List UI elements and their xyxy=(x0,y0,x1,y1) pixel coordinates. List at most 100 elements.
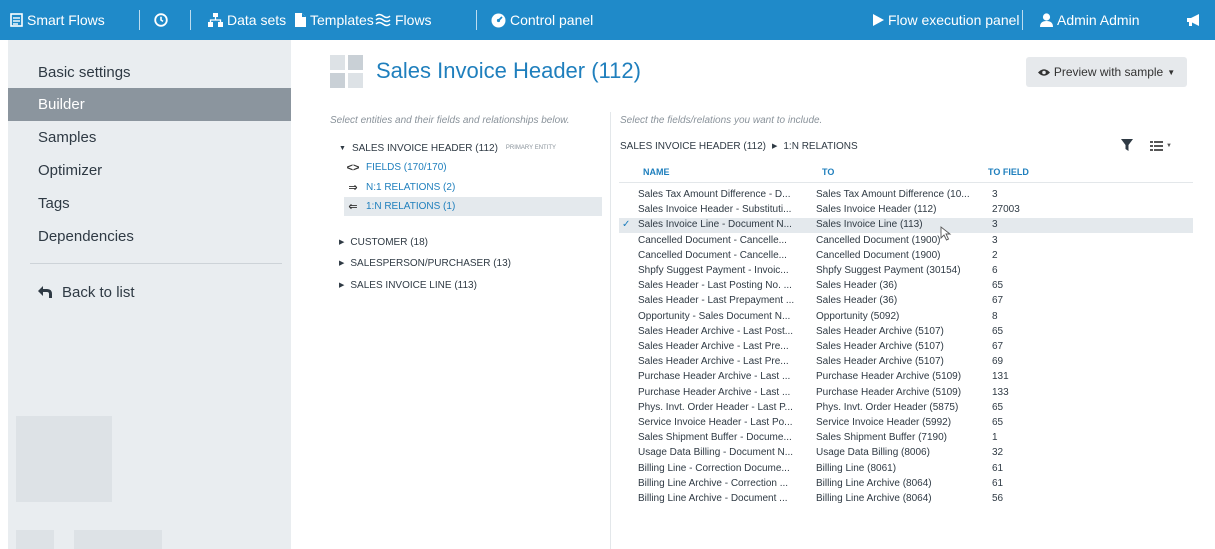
table-icon xyxy=(1150,140,1163,151)
entities-hint: Select entities and their fields and rel… xyxy=(330,115,570,126)
table-row[interactable]: Service Invoice Header - Last Po... Servi… xyxy=(619,416,1193,431)
sidebar-item-optimizer[interactable]: Optimizer xyxy=(8,154,291,187)
row-to-field: 131 xyxy=(992,371,1009,383)
column-settings-button[interactable]: ▼ xyxy=(1150,139,1178,153)
column-header-name[interactable]: NAME xyxy=(643,167,670,177)
row-to: Billing Line Archive (8064) xyxy=(816,477,932,489)
breadcrumb-root[interactable]: SALES INVOICE HEADER (112) xyxy=(620,141,766,152)
table-row[interactable]: Sales Header Archive - Last Post... Sales… xyxy=(619,325,1193,340)
nav-data-sets[interactable]: Data sets xyxy=(208,0,286,40)
nav-control-panel[interactable]: Control panel xyxy=(491,0,593,40)
row-to: Phys. Invt. Order Header (5875) xyxy=(816,401,959,413)
sidebar-item-label: Optimizer xyxy=(38,162,103,179)
sidebar-item-label: Dependencies xyxy=(38,228,134,245)
table-row[interactable]: Cancelled Document - Cancelle... Cancelle… xyxy=(619,249,1193,264)
chevron-right-icon: ▶ xyxy=(771,143,778,150)
table-row[interactable]: Sales Header Archive - Last Pre... Sales … xyxy=(619,340,1193,355)
column-header-to-field[interactable]: TO FIELD xyxy=(988,167,1029,177)
tree-entity-label: CUSTOMER (18) xyxy=(350,236,428,248)
tree-item-n1-relations[interactable]: ⇒ N:1 RELATIONS (2) xyxy=(346,178,455,197)
table-row[interactable]: Shpfy Suggest Payment - Invoic... Shpfy S… xyxy=(619,264,1193,279)
tree-entity-label: SALESPERSON/PURCHASER (13) xyxy=(350,257,511,269)
row-to: Service Invoice Header (5992) xyxy=(816,417,952,428)
row-to-field: 1 xyxy=(992,432,998,444)
back-to-list-link[interactable]: Back to list xyxy=(38,280,135,304)
topbar-divider xyxy=(190,10,191,30)
tree-entity-sales-invoice-line[interactable]: ▶ SALES INVOICE LINE (113) xyxy=(339,276,477,294)
row-to-field: 3 xyxy=(992,234,998,246)
sidebar-item-dependencies[interactable]: Dependencies xyxy=(8,220,291,253)
table-row[interactable]: Billing Line - Correction Docume... Billi… xyxy=(619,462,1193,477)
table-row[interactable]: Sales Invoice Header - Substituti... Sale… xyxy=(619,203,1193,218)
sidebar-item-tags[interactable]: Tags xyxy=(8,187,291,220)
arrow-left-icon: ⇐ xyxy=(348,201,358,213)
table-row[interactable]: ✓ Sales Invoice Line - Document N... Sales… xyxy=(619,218,1193,234)
nav-templates[interactable]: Templates xyxy=(295,0,374,40)
sidebar-item-builder[interactable]: Builder xyxy=(8,88,291,121)
tree-entity-customer[interactable]: ▶ CUSTOMER (18) xyxy=(339,233,428,251)
nav-flows[interactable]: Flows xyxy=(375,0,432,40)
announcements-button[interactable] xyxy=(1186,0,1202,40)
tree-item-1n-relations[interactable]: ⇐ 1:N RELATIONS (1) xyxy=(344,197,602,216)
row-name: Cancelled Document - Cancelle... xyxy=(638,234,787,246)
sidebar-item-label: Tags xyxy=(38,195,70,212)
table-row[interactable]: Phys. Invt. Order Header - Last P... Phys… xyxy=(619,401,1193,416)
row-to-field: 8 xyxy=(992,310,998,322)
user-icon xyxy=(1040,13,1053,27)
sidebar-item-basic-settings[interactable]: Basic settings xyxy=(8,56,291,89)
preview-with-sample-button[interactable]: Preview with sample ▼ xyxy=(1026,57,1187,87)
flow-execution-panel-button[interactable]: Flow execution panel xyxy=(873,0,1020,40)
history-button[interactable] xyxy=(154,0,168,40)
row-name: Service Invoice Header - Last Po... xyxy=(638,417,793,428)
table-row[interactable]: Opportunity - Sales Document N... Opportu… xyxy=(619,310,1193,325)
topbar-divider xyxy=(1022,10,1023,30)
breadcrumb-leaf: 1:N RELATIONS xyxy=(783,140,858,152)
table-row[interactable]: Sales Shipment Buffer - Docume... Sales S… xyxy=(619,431,1193,446)
sidebar-item-label: Builder xyxy=(38,96,85,113)
tree-item-fields[interactable]: <> FIELDS (170/170) xyxy=(346,158,447,177)
flow-execution-panel-label: Flow execution panel xyxy=(888,12,1020,28)
row-to: Opportunity (5092) xyxy=(816,310,900,322)
caret-right-icon: ▶ xyxy=(339,282,345,289)
tree-root-sales-invoice-header[interactable]: ▼ SALES INVOICE HEADER (112) PRIMARY ENT… xyxy=(339,139,556,157)
table-row[interactable]: Sales Header - Last Posting No. ... Sales… xyxy=(619,279,1193,294)
table-row[interactable]: Sales Header Archive - Last Pre... Sales … xyxy=(619,355,1193,370)
row-to-field: 2 xyxy=(992,249,998,261)
row-check-icon[interactable]: ✓ xyxy=(622,219,634,230)
row-name: Sales Header Archive - Last Pre... xyxy=(638,356,789,368)
brand-link[interactable]: Smart Flows xyxy=(10,0,105,40)
column-divider xyxy=(610,112,611,549)
row-to-field: 61 xyxy=(992,462,1004,474)
row-to: Billing Line Archive (8064) xyxy=(816,493,932,504)
caret-right-icon: ▶ xyxy=(339,239,345,246)
tree-entity-salesperson[interactable]: ▶ SALESPERSON/PURCHASER (13) xyxy=(339,254,511,272)
row-to: Sales Invoice Header (112) xyxy=(816,204,937,216)
user-menu[interactable]: Admin Admin xyxy=(1040,0,1139,40)
table-row[interactable]: Usage Data Billing - Document N... Usage … xyxy=(619,446,1193,461)
table-row[interactable]: Sales Tax Amount Difference - D... Sales … xyxy=(619,188,1193,203)
row-name: Purchase Header Archive - Last ... xyxy=(638,386,791,398)
sidebar-placeholder-block xyxy=(16,530,54,549)
table-row[interactable]: Purchase Header Archive - Last ... Purcha… xyxy=(619,386,1193,401)
brand-label: Smart Flows xyxy=(27,12,105,28)
tree-item-label: N:1 RELATIONS (2) xyxy=(366,182,456,193)
filter-icon[interactable] xyxy=(1121,138,1133,152)
column-header-to[interactable]: TO xyxy=(822,167,834,177)
primary-entity-badge: PRIMARY ENTITY xyxy=(505,145,557,151)
sidebar-item-samples[interactable]: Samples xyxy=(8,121,291,154)
row-to-field: 65 xyxy=(992,325,1004,337)
table-row[interactable]: Purchase Header Archive - Last ... Purcha… xyxy=(619,370,1193,385)
caret-down-icon: ▼ xyxy=(339,144,346,152)
sidebar: Basic settings Builder Samples Optimizer… xyxy=(8,40,291,549)
sitemap-icon xyxy=(208,13,223,27)
nav-control-panel-label: Control panel xyxy=(510,12,594,28)
row-name: Usage Data Billing - Document N... xyxy=(638,447,794,459)
table-row[interactable]: Billing Line Archive - Correction ... Bil… xyxy=(619,477,1193,492)
row-to: Sales Header Archive (5107) xyxy=(816,341,944,352)
table-row[interactable]: Cancelled Document - Cancelle... Cancelle… xyxy=(619,234,1193,249)
row-to-field: 133 xyxy=(992,386,1009,398)
nav-flows-label: Flows xyxy=(395,12,432,28)
topbar-divider xyxy=(476,10,477,30)
table-row[interactable]: Billing Line Archive - Document ... Billi… xyxy=(619,492,1193,507)
table-row[interactable]: Sales Header - Last Prepayment ... Sales … xyxy=(619,294,1193,309)
